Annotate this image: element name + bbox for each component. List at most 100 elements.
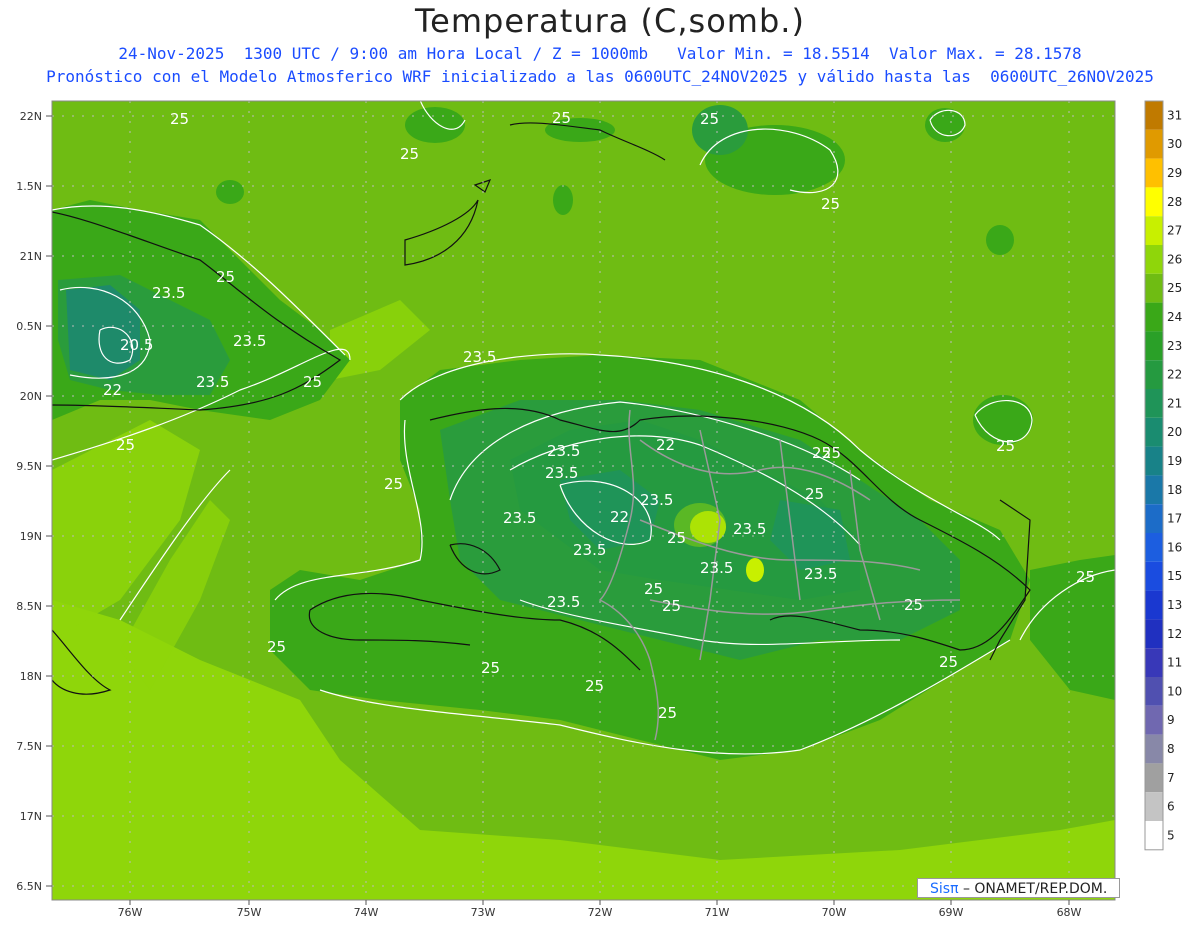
contour-label: 23.5 xyxy=(463,348,496,366)
contour-label: 23.5 xyxy=(503,509,536,527)
colorbar-swatch xyxy=(1145,734,1163,764)
lon-tick-marks xyxy=(129,900,1070,905)
colorbar-label: 15 xyxy=(1167,569,1182,583)
colorbar-label: 30 xyxy=(1167,137,1182,151)
lon-ticks: 76W 75W 74W 73W 72W 71W 70W 69W 68W xyxy=(118,906,1082,919)
contour-label: 23.5 xyxy=(573,541,606,559)
colorbar-label: 7 xyxy=(1167,771,1175,785)
contour-label: 23.5 xyxy=(733,520,766,538)
colorbar-label: 18 xyxy=(1167,483,1182,497)
colorbar-swatch xyxy=(1145,533,1163,562)
contour-label: 25 xyxy=(400,145,419,163)
contour-label: 25 xyxy=(904,596,923,614)
lon-tick: 70W xyxy=(822,906,847,919)
contour-label: 25 xyxy=(585,677,604,695)
lat-tick: 8.5N xyxy=(16,600,42,613)
colorbar-swatch xyxy=(1145,216,1163,245)
contour-label: 20.5 xyxy=(120,336,153,354)
colorbar-swatch xyxy=(1145,187,1163,217)
colorbar-label: 10 xyxy=(1167,684,1182,698)
lat-tick: 20N xyxy=(20,390,42,403)
colorbar-swatch xyxy=(1145,705,1163,735)
colorbar-swatch xyxy=(1145,273,1163,303)
colorbar-swatch xyxy=(1145,792,1163,821)
colorbar-label: 6 xyxy=(1167,800,1175,814)
lat-tick: 19N xyxy=(20,530,42,543)
colorbar-label: 16 xyxy=(1167,540,1182,554)
colorbar-label: 29 xyxy=(1167,166,1182,180)
colorbar-label: 19 xyxy=(1167,454,1182,468)
lon-tick: 74W xyxy=(354,906,379,919)
lon-tick: 68W xyxy=(1057,906,1082,919)
colorbar-swatch xyxy=(1145,389,1163,418)
warm-spot-2 xyxy=(746,558,764,582)
lat-tick-marks xyxy=(46,115,52,887)
contour-label: 23.5 xyxy=(545,464,578,482)
colorbar-swatch xyxy=(1145,360,1163,389)
credit-brand: Sisπ xyxy=(930,881,959,897)
contour-label: 25 xyxy=(939,653,958,671)
colorbar-swatch xyxy=(1145,763,1163,793)
contour-label: 25 xyxy=(644,580,663,598)
colorbar-swatch xyxy=(1145,619,1163,649)
contour-label: 25 xyxy=(267,638,286,656)
contour-label: 25 xyxy=(481,659,500,677)
colorbar-swatch xyxy=(1145,475,1163,505)
contour-label: 25 xyxy=(821,195,840,213)
colorbar-swatch xyxy=(1145,245,1163,274)
colorbar-swatch xyxy=(1145,561,1163,591)
colorbar-label: 31 xyxy=(1167,108,1182,122)
colorbar-label: 22 xyxy=(1167,368,1182,382)
colorbar-swatch xyxy=(1145,129,1163,159)
map-area: 25 25 25 25 25 23.5 25 23.5 20.5 23.5 22… xyxy=(52,101,1115,900)
contour-label: 23.5 xyxy=(547,593,580,611)
contour-label: 23.5 xyxy=(804,565,837,583)
contour-label: 23.5 xyxy=(700,559,733,577)
contour-label: 23.5 xyxy=(233,332,266,350)
lon-tick: 73W xyxy=(471,906,496,919)
lat-tick: 0.5N xyxy=(16,320,42,333)
colorbar-label: 11 xyxy=(1167,656,1182,670)
lon-tick: 75W xyxy=(237,906,262,919)
lat-tick: 9.5N xyxy=(16,460,42,473)
contour-label: 23.5 xyxy=(640,491,673,509)
contour-label: 22 xyxy=(656,436,675,454)
colorbar-swatch xyxy=(1145,158,1163,188)
colorbar-label: 27 xyxy=(1167,224,1182,238)
lon-tick: 72W xyxy=(588,906,613,919)
lat-tick: 6.5N xyxy=(16,880,42,893)
temperature-map: 25 25 25 25 25 23.5 25 23.5 20.5 23.5 22… xyxy=(16,100,1182,919)
contour-label: 25 xyxy=(1076,568,1095,586)
contour-label: 23.5 xyxy=(152,284,185,302)
colorbar-label: 28 xyxy=(1167,195,1182,209)
contour-label: 25 xyxy=(216,268,235,286)
colorbar-label: 5 xyxy=(1167,828,1175,842)
lon-tick: 76W xyxy=(118,906,143,919)
lon-tick: 69W xyxy=(939,906,964,919)
credit-box: Sisπ – ONAMET/REP.DOM. xyxy=(917,878,1120,898)
colorbar-swatch xyxy=(1145,446,1163,476)
colorbar-label: 25 xyxy=(1167,281,1182,295)
contour-label: 23.5 xyxy=(196,373,229,391)
colorbar-swatch xyxy=(1145,417,1163,447)
colorbar-swatch xyxy=(1145,331,1163,361)
colorbar: 31 30 29 28 27 26 25 24 23 22 21 20 19 18 17 16 15 13 12 11… xyxy=(1144,100,1182,851)
contour-label: 25 xyxy=(303,373,322,391)
colorbar-label: 9 xyxy=(1167,713,1175,727)
colorbar-swatch xyxy=(1145,821,1163,850)
colorbar-swatch xyxy=(1145,101,1163,130)
colorbar-swatch xyxy=(1145,648,1163,677)
lat-tick: 22N xyxy=(20,110,42,123)
contour-label: 22 xyxy=(610,508,629,526)
colorbar-swatch xyxy=(1145,302,1163,332)
colorbar-label: 26 xyxy=(1167,252,1182,266)
contour-label: 25 xyxy=(116,436,135,454)
colorbar-label: 24 xyxy=(1167,310,1182,324)
contour-label: 25 xyxy=(658,704,677,722)
colorbar-label: 23 xyxy=(1167,339,1182,353)
colorbar-label: 17 xyxy=(1167,512,1182,526)
contour-label: 25 xyxy=(384,475,403,493)
colorbar-swatch xyxy=(1145,504,1163,533)
lat-tick: 7.5N xyxy=(16,740,42,753)
contour-label: 25 xyxy=(700,110,719,128)
